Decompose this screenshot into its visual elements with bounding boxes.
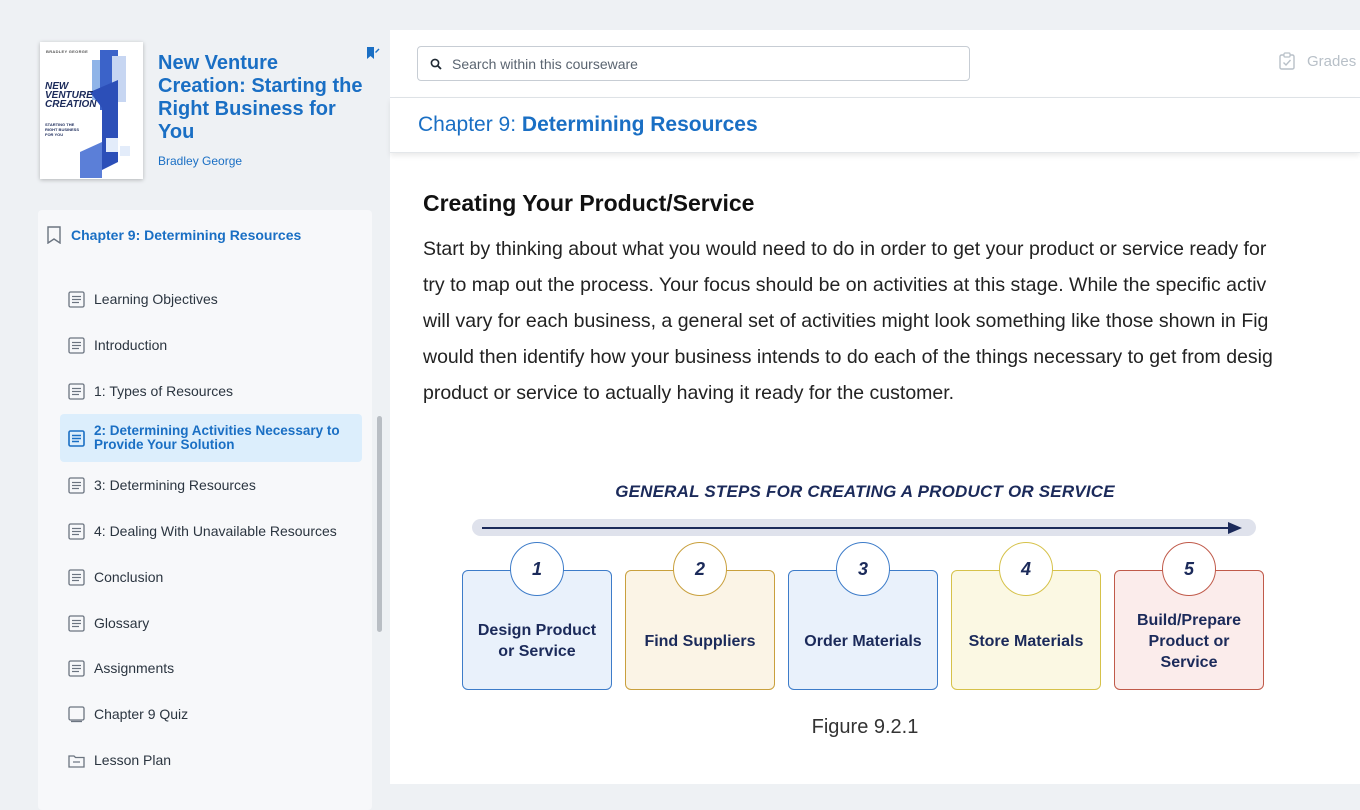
search-input[interactable]	[452, 55, 952, 72]
page-icon	[68, 614, 85, 632]
clipboard-check-icon	[1279, 52, 1295, 70]
toc-item-label: Learning Objectives	[94, 291, 218, 307]
sidebar-scrollbar[interactable]	[377, 416, 382, 632]
toc-item-label: Chapter 9 Quiz	[94, 706, 189, 722]
step-number: 5	[1162, 542, 1216, 596]
figure-caption: Figure 9.2.1	[811, 716, 919, 738]
paragraph-line: would then identify how your business in…	[423, 346, 1273, 368]
toc-item-label: 1: Types of Resources	[94, 383, 234, 399]
step-label: Order Materials	[804, 632, 922, 650]
toc-chapter-label: Chapter 9: Determining Resources	[71, 227, 302, 243]
book-title[interactable]: New Venture Creation: Starting the Right…	[158, 52, 368, 144]
figure-title: GENERAL STEPS FOR CREATING A PRODUCT OR …	[615, 482, 1115, 501]
page-icon	[68, 290, 85, 308]
search-box[interactable]	[417, 46, 970, 81]
cover-subtitle: STARTING THE RIGHT BUSINESS FOR YOU	[45, 122, 80, 137]
quiz-icon	[68, 705, 85, 722]
book-header: BRADLEY GEORGE NEW VENTURE CREATION STAR…	[40, 40, 380, 190]
toc-item-lesson-plan[interactable]: Lesson Plan	[60, 741, 362, 779]
bookmark-edit-icon[interactable]	[366, 46, 380, 60]
step-number: 3	[836, 542, 890, 596]
paragraph-line: will vary for each business, a general s…	[423, 310, 1269, 332]
grades-label: Grades	[1307, 52, 1357, 70]
toc-item-types-of-resources[interactable]: 1: Types of Resources	[60, 372, 362, 410]
toc-item-label: Conclusion	[94, 569, 164, 585]
cover-title: NEW VENTURE CREATION	[45, 81, 97, 110]
bookmark-icon	[47, 226, 61, 244]
toc-item-label: Glossary	[94, 615, 150, 631]
figure-steps: GENERAL STEPS FOR CREATING A PRODUCT OR …	[460, 476, 1270, 746]
page-icon	[68, 522, 85, 540]
folder-icon	[68, 754, 85, 768]
toc-item-determining-resources[interactable]: 3: Determining Resources	[60, 466, 362, 504]
article: Creating Your Product/Service Start by t…	[423, 190, 1360, 411]
page-icon	[68, 429, 85, 447]
toc-panel: Chapter 9: Determining Resources Learnin…	[38, 210, 372, 810]
main-content: Grades Chapter 9: Determining Resources …	[390, 30, 1360, 784]
step-label: Find Suppliers	[644, 632, 756, 650]
toc-item-label: Lesson Plan	[94, 752, 172, 768]
toc-item-glossary[interactable]: Glossary	[60, 604, 362, 642]
paragraph-line: product or service to actually having it…	[423, 382, 955, 404]
toc-item-introduction[interactable]: Introduction	[60, 326, 362, 364]
toc-item-label: 4: Dealing With Unavailable Resources	[94, 523, 337, 539]
toc-item-label: Assignments	[94, 660, 175, 676]
toc-item-conclusion[interactable]: Conclusion	[60, 558, 362, 596]
step-label: Design Product or Service	[477, 622, 597, 660]
toc-item-label: 3: Determining Resources	[94, 477, 256, 493]
chapter-name: Determining Resources	[521, 113, 758, 136]
page-icon	[68, 659, 85, 677]
grades-button[interactable]: Grades	[1279, 52, 1356, 70]
step-number: 1	[510, 542, 564, 596]
toc-item-assignments[interactable]: Assignments	[60, 649, 362, 687]
toc-chapter-heading[interactable]: Chapter 9: Determining Resources	[46, 226, 301, 244]
book-cover[interactable]: BRADLEY GEORGE NEW VENTURE CREATION STAR…	[40, 42, 143, 179]
step-label: Store Materials	[968, 632, 1084, 650]
topbar: Grades	[390, 30, 1360, 98]
page-icon	[68, 382, 85, 400]
page-icon	[68, 336, 85, 354]
paragraph-line: Start by thinking about what you would n…	[423, 238, 1267, 260]
step-number: 2	[673, 542, 727, 596]
chapter-bar: Chapter 9: Determining Resources	[390, 98, 1360, 153]
step-number: 4	[999, 542, 1053, 596]
section-heading: Creating Your Product/Service	[423, 190, 755, 216]
search-icon	[430, 58, 442, 70]
step-label: Build/Prepare Product or Service	[1136, 611, 1242, 671]
toc-item-determining-activities[interactable]: 2: Determining Activities Necessary to P…	[60, 414, 362, 462]
toc-item-unavailable-resources[interactable]: 4: Dealing With Unavailable Resources	[60, 512, 362, 550]
sidebar: BRADLEY GEORGE NEW VENTURE CREATION STAR…	[0, 0, 390, 810]
chapter-bar-title: Chapter 9: Determining Resources	[418, 113, 758, 137]
toc-item-label: 2: Determining Activities Necessary to P…	[94, 423, 340, 452]
toc-item-learning-objectives[interactable]: Learning Objectives	[60, 280, 362, 318]
cover-author: BRADLEY GEORGE	[46, 49, 89, 54]
arrow-icon	[482, 522, 1242, 534]
cover-art	[80, 50, 130, 178]
chapter-prefix: Chapter 9:	[418, 113, 522, 136]
page-icon	[68, 568, 85, 586]
toc-item-chapter-quiz[interactable]: Chapter 9 Quiz	[60, 695, 362, 733]
paragraph-line: try to map out the process. Your focus s…	[423, 274, 1267, 296]
page-icon	[68, 476, 85, 494]
toc-item-label: Introduction	[94, 337, 168, 353]
book-author: Bradley George	[158, 154, 243, 168]
